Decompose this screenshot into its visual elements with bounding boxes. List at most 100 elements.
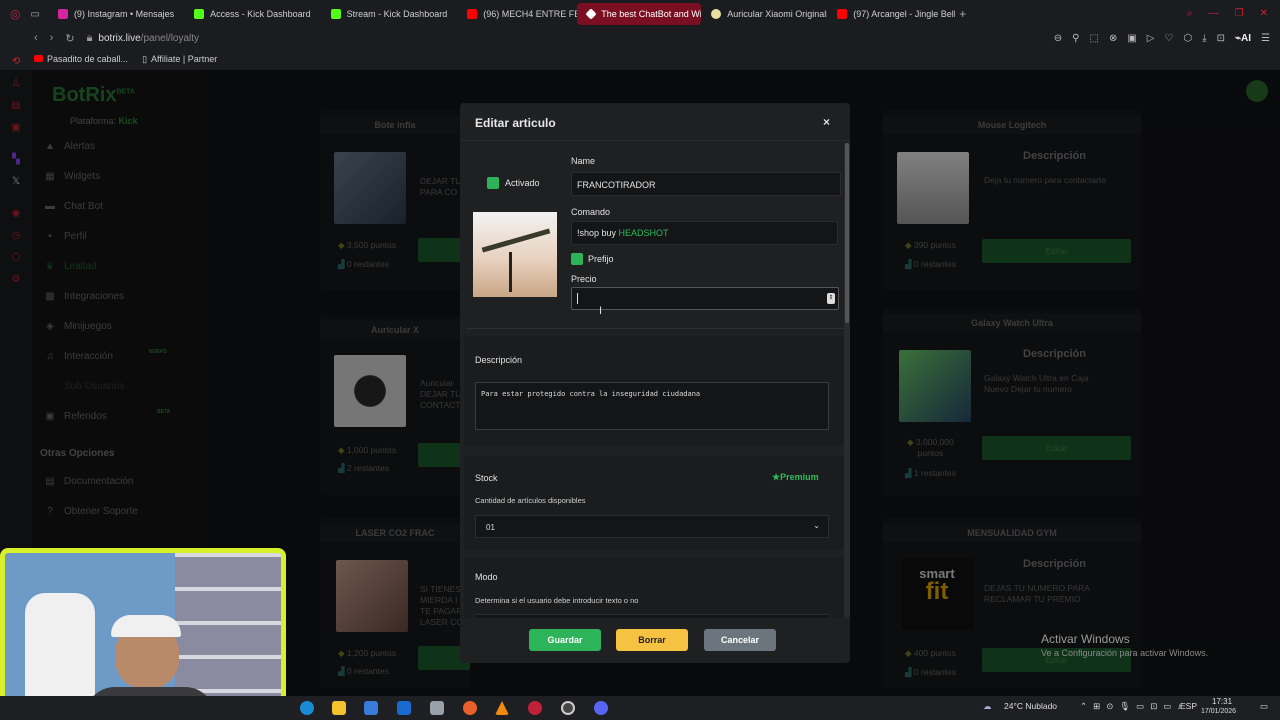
stock-select[interactable]: 01 ⌄ (475, 515, 829, 538)
shop-icon (711, 9, 722, 19)
premium-badge: ★Premium (772, 472, 819, 482)
youtube-icon (837, 9, 848, 19)
store-icon[interactable] (364, 701, 378, 715)
clock-time[interactable]: 17:31 (1212, 697, 1232, 706)
mouse-cursor-icon: I (599, 305, 603, 317)
price-input[interactable]: ⇕ (571, 287, 839, 310)
address-bar: ‹ › ↻ 🔒︎ botrix.live/panel/loyalty ⊖ ⚲ ⬚… (0, 28, 1280, 48)
lock-icon: 🔒︎ (86, 31, 93, 44)
url-field[interactable]: botrix.live/panel/loyalty (98, 33, 199, 44)
weather-icon: ☁ (983, 701, 992, 711)
extensions-icon[interactable]: ⬡ (1183, 33, 1192, 44)
star-icon: ★ (772, 472, 781, 482)
command-input[interactable]: !shop buy HEADSHOT (571, 221, 838, 245)
stock-subtitle: Cantidad de artículos disponibles (475, 496, 586, 505)
mode-select-partial[interactable] (475, 614, 829, 618)
obs-icon[interactable] (561, 701, 575, 715)
text-cursor (577, 293, 578, 304)
maximize-icon[interactable]: ❐ (1235, 8, 1244, 19)
tray-icons[interactable]: ⌃⊞⊙🎙︎▭⊡▭♪ (1080, 701, 1188, 712)
heart-icon[interactable]: ♡ (1164, 33, 1173, 44)
tab-youtube-arcangel[interactable]: (97) Arcangel - Jingle Bell (827, 3, 955, 25)
description-title: Descripción (475, 355, 523, 365)
new-tab-button[interactable]: + (959, 7, 966, 21)
name-label: Name (571, 156, 596, 166)
chevron-down-icon: ⌄ (813, 521, 820, 530)
ai-button[interactable]: ⌁AI (1235, 33, 1251, 44)
edge-icon[interactable] (300, 701, 314, 715)
discord-icon[interactable] (594, 701, 608, 715)
pin-icon[interactable]: ⚲ (1072, 33, 1079, 44)
menu-icon[interactable]: ☰ (1261, 33, 1270, 44)
item-image[interactable] (473, 212, 557, 297)
clock-date[interactable]: 17/01/2026 (1201, 708, 1236, 715)
activated-label: Activado (505, 178, 540, 188)
tripod-shape (509, 252, 512, 292)
bookmark-youtube[interactable]: Pasadito de caball... (34, 54, 128, 64)
file-explorer-icon[interactable] (332, 701, 346, 715)
page-icon: ▯ (142, 53, 148, 64)
screenshot-icon[interactable]: ⬚ (1089, 33, 1098, 44)
tab-auricular[interactable]: Auricular Xiaomi Originali (701, 3, 827, 25)
tab-botrix[interactable]: The best ChatBot and Wid (577, 3, 702, 25)
vlc-icon[interactable] (495, 701, 509, 715)
mode-section (464, 558, 844, 618)
prefix-checkbox[interactable] (571, 253, 583, 265)
search-icon[interactable]: ⌕ (1187, 8, 1193, 19)
reload-icon[interactable]: ↻ (65, 32, 74, 45)
wallet-icon[interactable]: ▣ (1127, 33, 1136, 44)
minimize-icon[interactable]: — (1209, 8, 1219, 19)
cancel-button[interactable]: Cancelar (704, 629, 776, 651)
close-icon[interactable]: ✕ (1260, 8, 1268, 19)
activated-checkbox[interactable] (487, 177, 499, 189)
windows-activation-title: Activar Windows (1041, 632, 1130, 646)
number-spinner-icon[interactable]: ⇕ (827, 293, 835, 304)
forward-icon[interactable]: › (50, 32, 54, 44)
description-textarea[interactable]: Para estar protegido contra la insegurid… (475, 382, 829, 430)
tab-kick-access[interactable]: Access - Kick Dashboard (184, 3, 321, 25)
name-input[interactable]: FRANCOTIRADOR (571, 172, 841, 196)
back-icon[interactable]: ‹ (34, 32, 38, 44)
youtube-icon (34, 55, 43, 62)
firefox-icon[interactable] (463, 701, 477, 715)
rifle-shape (481, 228, 551, 253)
browser-logo-icon[interactable]: ◎ (10, 7, 20, 21)
download-icon[interactable]: ⤓ (1202, 33, 1206, 44)
shield-icon[interactable]: ⊗ (1109, 33, 1117, 44)
prefix-label: Prefijo (588, 254, 614, 264)
command-label: Comando (571, 207, 611, 217)
notification-icon[interactable]: ▭ (1260, 701, 1268, 712)
stock-title: Stock (475, 473, 498, 483)
close-icon[interactable]: × (823, 115, 830, 129)
kick-icon (330, 9, 341, 19)
snapshot-icon[interactable]: ⊡ (1217, 33, 1225, 44)
mode-title: Modo (475, 572, 498, 582)
ai-icon[interactable]: ⟲ (10, 56, 22, 68)
sidebar-toggle-icon[interactable]: ▭ (30, 9, 39, 20)
modal-scrollbar[interactable] (845, 143, 849, 323)
tab-instagram[interactable]: (9) Instagram • Mensajes (48, 3, 184, 25)
weather-status[interactable]: 24°C Nublado (1004, 701, 1057, 711)
cap-shape (111, 615, 181, 637)
youtube-icon (467, 9, 478, 19)
webcam-overlay (0, 548, 286, 720)
outlook-icon[interactable] (397, 701, 411, 715)
play-icon[interactable]: ▷ (1147, 33, 1155, 44)
mode-subtitle: Determina si el usuario debe introducir … (475, 596, 639, 605)
delete-button[interactable]: Borrar (616, 629, 688, 651)
kick-icon (194, 9, 205, 19)
price-label: Precio (571, 274, 597, 284)
language-indicator[interactable]: ESP (1180, 701, 1197, 711)
app-icon[interactable] (430, 701, 444, 715)
opera-gx-icon[interactable] (528, 701, 542, 715)
tab-kick-stream[interactable]: Stream - Kick Dashboard (321, 3, 458, 25)
bookmark-affiliate[interactable]: ▯ Affiliate | Partner (142, 54, 217, 65)
save-button[interactable]: Guardar (529, 629, 601, 651)
bookmarks-bar: Pasadito de caball... ▯ Affiliate | Partn… (0, 48, 1280, 70)
windows-taskbar: ☁ 24°C Nublado ⌃⊞⊙🎙︎▭⊡▭♪ ESP 17:31 17/01… (0, 696, 1280, 720)
tab-youtube-mech4[interactable]: (96) MECH4 ENTRE FEKA (457, 3, 577, 25)
modal-header: Editar articulo × (460, 103, 850, 141)
tab-bar: ◎ ▭ (9) Instagram • Mensajes Access - Ki… (0, 0, 1280, 28)
windows-activation-subtitle: Ve a Configuración para activar Windows. (1041, 648, 1209, 658)
zoom-icon[interactable]: ⊖ (1054, 33, 1062, 44)
